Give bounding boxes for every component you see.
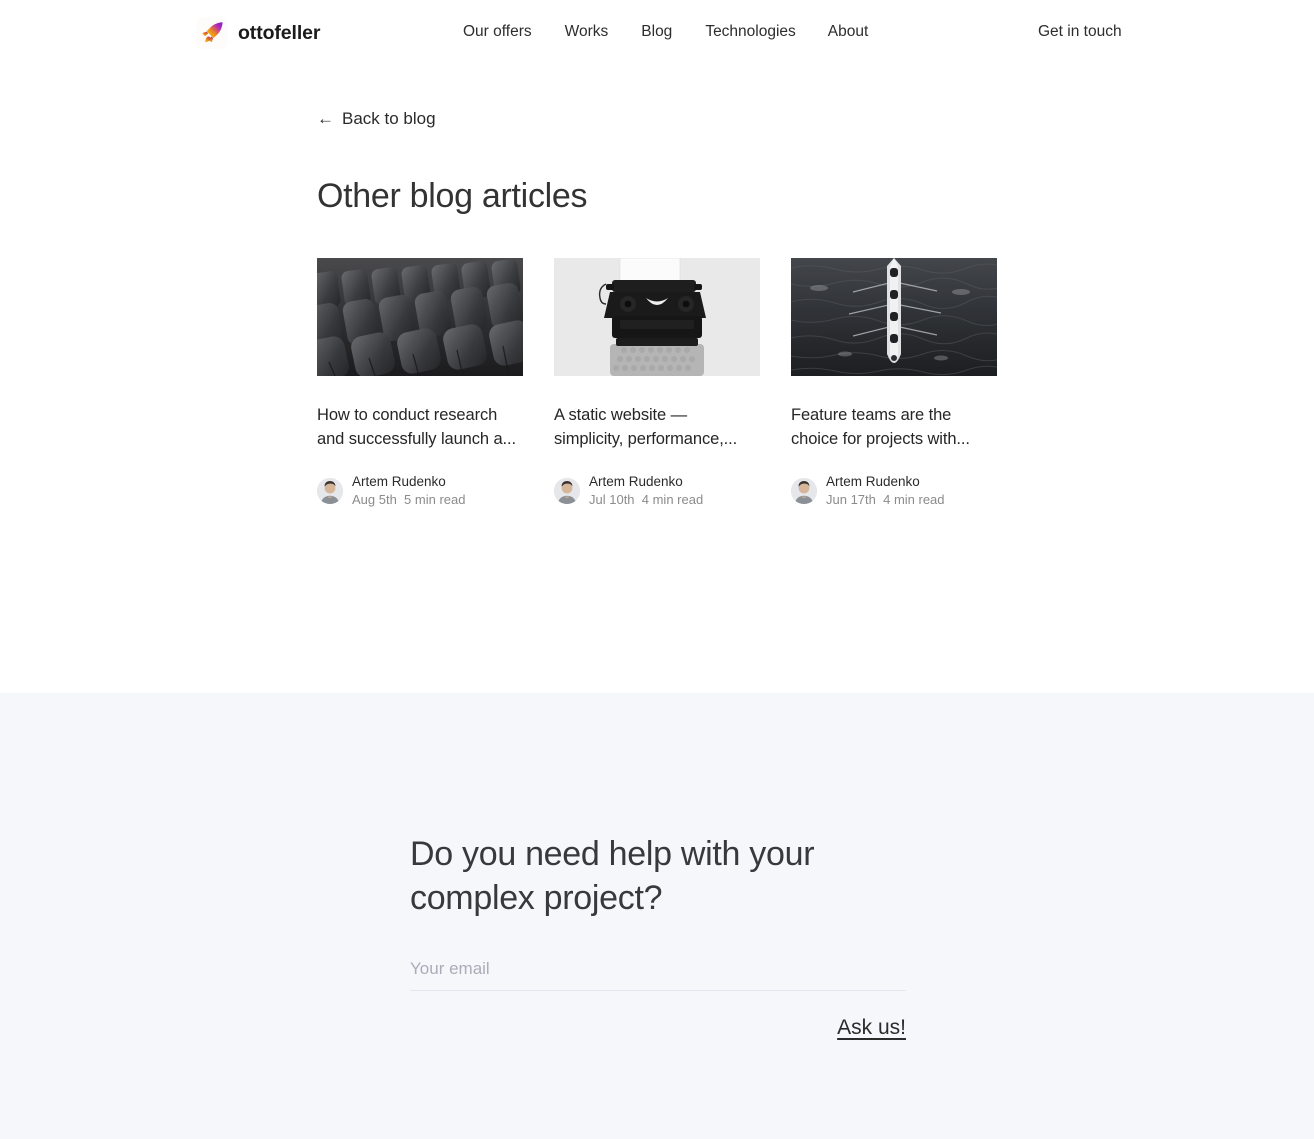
article-card[interactable]: How to conduct research and successfully… [317, 258, 523, 508]
chairs-photo-icon [317, 258, 523, 376]
article-title: How to conduct research and successfully… [317, 406, 516, 448]
site-header: ottofeller Our offers Works Blog Technol… [0, 0, 1314, 64]
article-author: Artem Rudenko [826, 474, 920, 489]
article-card[interactable]: Feature teams are the choice for project… [791, 258, 997, 508]
cta-submit-row: Ask us! [410, 1014, 906, 1041]
nav-item-about[interactable]: About [828, 23, 869, 41]
avatar [791, 477, 817, 504]
article-date-readtime: Jun 17th 4 min read [826, 492, 945, 507]
avatar [317, 477, 343, 504]
page-root: ottofeller Our offers Works Blog Technol… [0, 0, 1314, 1139]
cta-heading: Do you need help with your complex proje… [410, 835, 815, 917]
article-title: A static website — simplicity, performan… [554, 406, 738, 448]
main-content: ← Back to blog Other blog articles How t… [0, 64, 1314, 693]
email-input[interactable] [410, 959, 906, 991]
article-title: Feature teams are the choice for project… [791, 406, 970, 448]
arrow-left-icon: ← [317, 109, 334, 128]
article-card-grid: How to conduct research and successfully… [317, 258, 998, 508]
article-date-readtime: Aug 5th 5 min read [352, 492, 466, 507]
typewriter-photo-icon [554, 258, 760, 376]
article-card[interactable]: A static website — simplicity, performan… [554, 258, 760, 508]
contact-cta-inner: Do you need help with your complex proje… [410, 832, 906, 1041]
article-meta: Artem Rudenko Aug 5th 5 min read [317, 473, 523, 508]
nav-item-technologies[interactable]: Technologies [705, 23, 795, 41]
article-meta: Artem Rudenko Jun 17th 4 min read [791, 473, 997, 508]
back-to-blog-link[interactable]: ← Back to blog [317, 108, 436, 130]
avatar [554, 477, 580, 504]
nav-item-our-offers[interactable]: Our offers [463, 23, 532, 41]
rocket-icon [196, 17, 228, 49]
page-title: Other blog articles [317, 177, 588, 215]
article-date-readtime: Jul 10th 4 min read [589, 492, 704, 507]
nav-item-works[interactable]: Works [565, 23, 609, 41]
ask-us-button[interactable]: Ask us! [837, 1014, 906, 1041]
main-nav: Our offers Works Blog Technologies About [463, 23, 868, 41]
back-to-blog-label: Back to blog [342, 109, 436, 128]
brand-name: ottofeller [238, 22, 321, 44]
get-in-touch-link[interactable]: Get in touch [1038, 23, 1122, 41]
article-meta: Artem Rudenko Jul 10th 4 min read [554, 473, 760, 508]
brand-logo-link[interactable]: ottofeller [196, 17, 321, 49]
article-author: Artem Rudenko [352, 474, 446, 489]
article-author: Artem Rudenko [589, 474, 683, 489]
nav-item-blog[interactable]: Blog [641, 23, 672, 41]
contact-cta-section: Do you need help with your complex proje… [0, 693, 1314, 1139]
rowing-boat-photo-icon [791, 258, 997, 376]
